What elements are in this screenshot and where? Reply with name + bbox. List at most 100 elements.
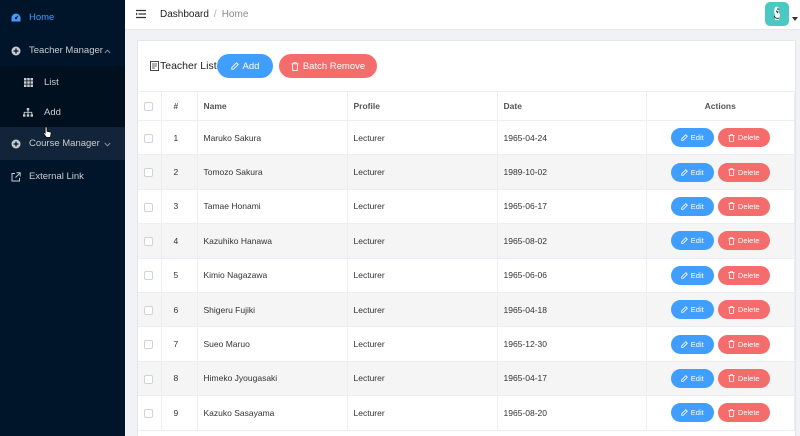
sidebar-item-teacher-manager[interactable]: Teacher Manager: [0, 34, 125, 67]
row-checkbox[interactable]: [144, 271, 153, 281]
trash-icon: [728, 237, 735, 245]
delete-button[interactable]: Delete: [717, 128, 770, 148]
edit-button[interactable]: Edit: [670, 196, 714, 216]
table-row: 2 Tomozo Sakura Lecturer 1989-10-02 Edit Dele…: [138, 154, 795, 190]
cell-profile: Lecturer: [347, 223, 498, 259]
delete-button[interactable]: Delete: [717, 368, 770, 388]
edit-button[interactable]: Edit: [670, 368, 714, 388]
select-all-cell: [138, 91, 162, 121]
column-header-num: #: [161, 91, 198, 121]
table-row: 3 Tamae Honami Lecturer 1965-06-17 Edit Delet…: [138, 188, 795, 225]
cell-actions: Edit Delete: [646, 188, 795, 225]
edit-button-label: Edit: [690, 236, 704, 246]
row-checkbox[interactable]: [144, 168, 153, 178]
delete-button[interactable]: Delete: [717, 300, 770, 320]
table-row: 4 Kazuhiko Hanawa Lecturer 1965-08-02 Edit De…: [138, 223, 795, 259]
edit-button[interactable]: Edit: [670, 265, 714, 285]
cell-name: Kazuhiko Hanawa: [197, 223, 348, 259]
plus-circle-icon: [8, 139, 24, 149]
row-select-cell: [138, 326, 162, 362]
row-checkbox[interactable]: [144, 374, 153, 384]
delete-button[interactable]: Delete: [717, 231, 770, 251]
row-checkbox[interactable]: [144, 202, 153, 212]
cell-actions: Edit Delete: [646, 326, 795, 362]
delete-button-label: Delete: [737, 236, 760, 246]
row-select-cell: [138, 119, 162, 156]
row-select-cell: [138, 223, 162, 259]
delete-button[interactable]: Delete: [717, 196, 770, 216]
sidebar-item-label: Course Manager: [29, 138, 100, 149]
trash-icon: [728, 168, 735, 176]
table-row: 1 Maruko Sakura Lecturer 1965-04-24 Edit Dele…: [138, 119, 795, 156]
row-checkbox[interactable]: [144, 133, 153, 143]
edit-button-label: Edit: [690, 305, 704, 315]
edit-icon: [681, 340, 688, 348]
table-row: 5 Kimio Nagazawa Lecturer 1965-06-06 Edit Del…: [138, 257, 795, 293]
cell-date: 1965-04-18: [497, 291, 647, 328]
edit-button[interactable]: Edit: [670, 128, 714, 148]
sidebar-item-home[interactable]: Home: [0, 1, 125, 34]
sidebar-item-external-link[interactable]: External Link: [0, 160, 125, 193]
edit-icon: [681, 134, 688, 141]
teacher-list-card: Teacher List Add Batch Remove # Name Pro…: [137, 40, 796, 436]
trash-icon: [728, 305, 735, 314]
external-link-icon: [8, 171, 24, 182]
trash-icon: [291, 61, 299, 71]
sidebar-item-course-manager[interactable]: Course Manager: [0, 127, 125, 160]
batch-remove-button[interactable]: Batch Remove: [279, 54, 377, 78]
sidebar-item-add[interactable]: Add: [0, 96, 125, 129]
sidebar-item-label: Home: [29, 12, 55, 23]
row-checkbox[interactable]: [144, 408, 153, 418]
cell-name: Kazuko Sasayama: [197, 395, 348, 431]
select-all-checkbox[interactable]: [144, 102, 153, 112]
add-button[interactable]: Add: [217, 54, 273, 78]
edit-button[interactable]: Edit: [670, 231, 714, 251]
cell-date: 1965-08-02: [497, 223, 647, 259]
caret-down-icon[interactable]: [792, 17, 798, 21]
delete-button-label: Delete: [737, 167, 760, 177]
delete-button[interactable]: Delete: [717, 403, 770, 423]
column-header-date: Date: [497, 91, 647, 121]
table-row: 6 Shigeru Fujiki Lecturer 1965-04-18 Edit Del…: [138, 291, 795, 328]
cell-date: 1965-04-17: [497, 360, 647, 397]
avatar[interactable]: [765, 2, 789, 26]
sidebar-item-label: Add: [44, 107, 61, 118]
edit-button[interactable]: Edit: [670, 403, 714, 423]
sidebar-item-label: List: [44, 77, 59, 88]
cell-num: 9: [161, 395, 198, 431]
row-checkbox[interactable]: [144, 305, 153, 315]
sidebar-item-list[interactable]: List: [0, 66, 125, 99]
delete-button-label: Delete: [737, 305, 760, 315]
cell-num: 7: [161, 326, 198, 362]
card-title: Teacher List: [150, 60, 217, 72]
row-checkbox[interactable]: [144, 340, 153, 350]
row-select-cell: [138, 291, 162, 328]
cell-num: 6: [161, 291, 198, 328]
delete-button[interactable]: Delete: [717, 162, 770, 182]
add-button-label: Add: [242, 60, 260, 72]
cell-date: 1989-10-02: [497, 154, 647, 190]
delete-button[interactable]: Delete: [717, 334, 770, 354]
edit-icon: [681, 375, 688, 382]
cell-actions: Edit Delete: [646, 119, 795, 156]
edit-button-label: Edit: [690, 373, 704, 383]
row-checkbox[interactable]: [144, 236, 153, 246]
cell-num: 5: [161, 257, 198, 293]
breadcrumb-separator: /: [213, 9, 217, 20]
sidebar-item-label: External Link: [29, 171, 84, 182]
breadcrumb-item-dashboard[interactable]: Dashboard: [160, 9, 209, 20]
breadcrumb: Dashboard / Home: [160, 9, 248, 20]
edit-button[interactable]: Edit: [670, 300, 714, 320]
menu-toggle-icon[interactable]: [135, 8, 147, 20]
edit-icon: [230, 62, 239, 70]
chevron-up-icon: [104, 46, 111, 57]
cell-profile: Lecturer: [347, 188, 498, 225]
document-icon: [150, 61, 159, 71]
edit-button[interactable]: Edit: [670, 162, 714, 182]
delete-button[interactable]: Delete: [717, 265, 770, 285]
edit-button[interactable]: Edit: [670, 334, 714, 354]
edit-icon: [681, 409, 688, 417]
column-header-profile: Profile: [347, 91, 498, 121]
table-row: 8 Himeko Jyougasaki Lecturer 1965-04-17 Edit…: [138, 360, 795, 397]
edit-icon: [681, 271, 688, 279]
